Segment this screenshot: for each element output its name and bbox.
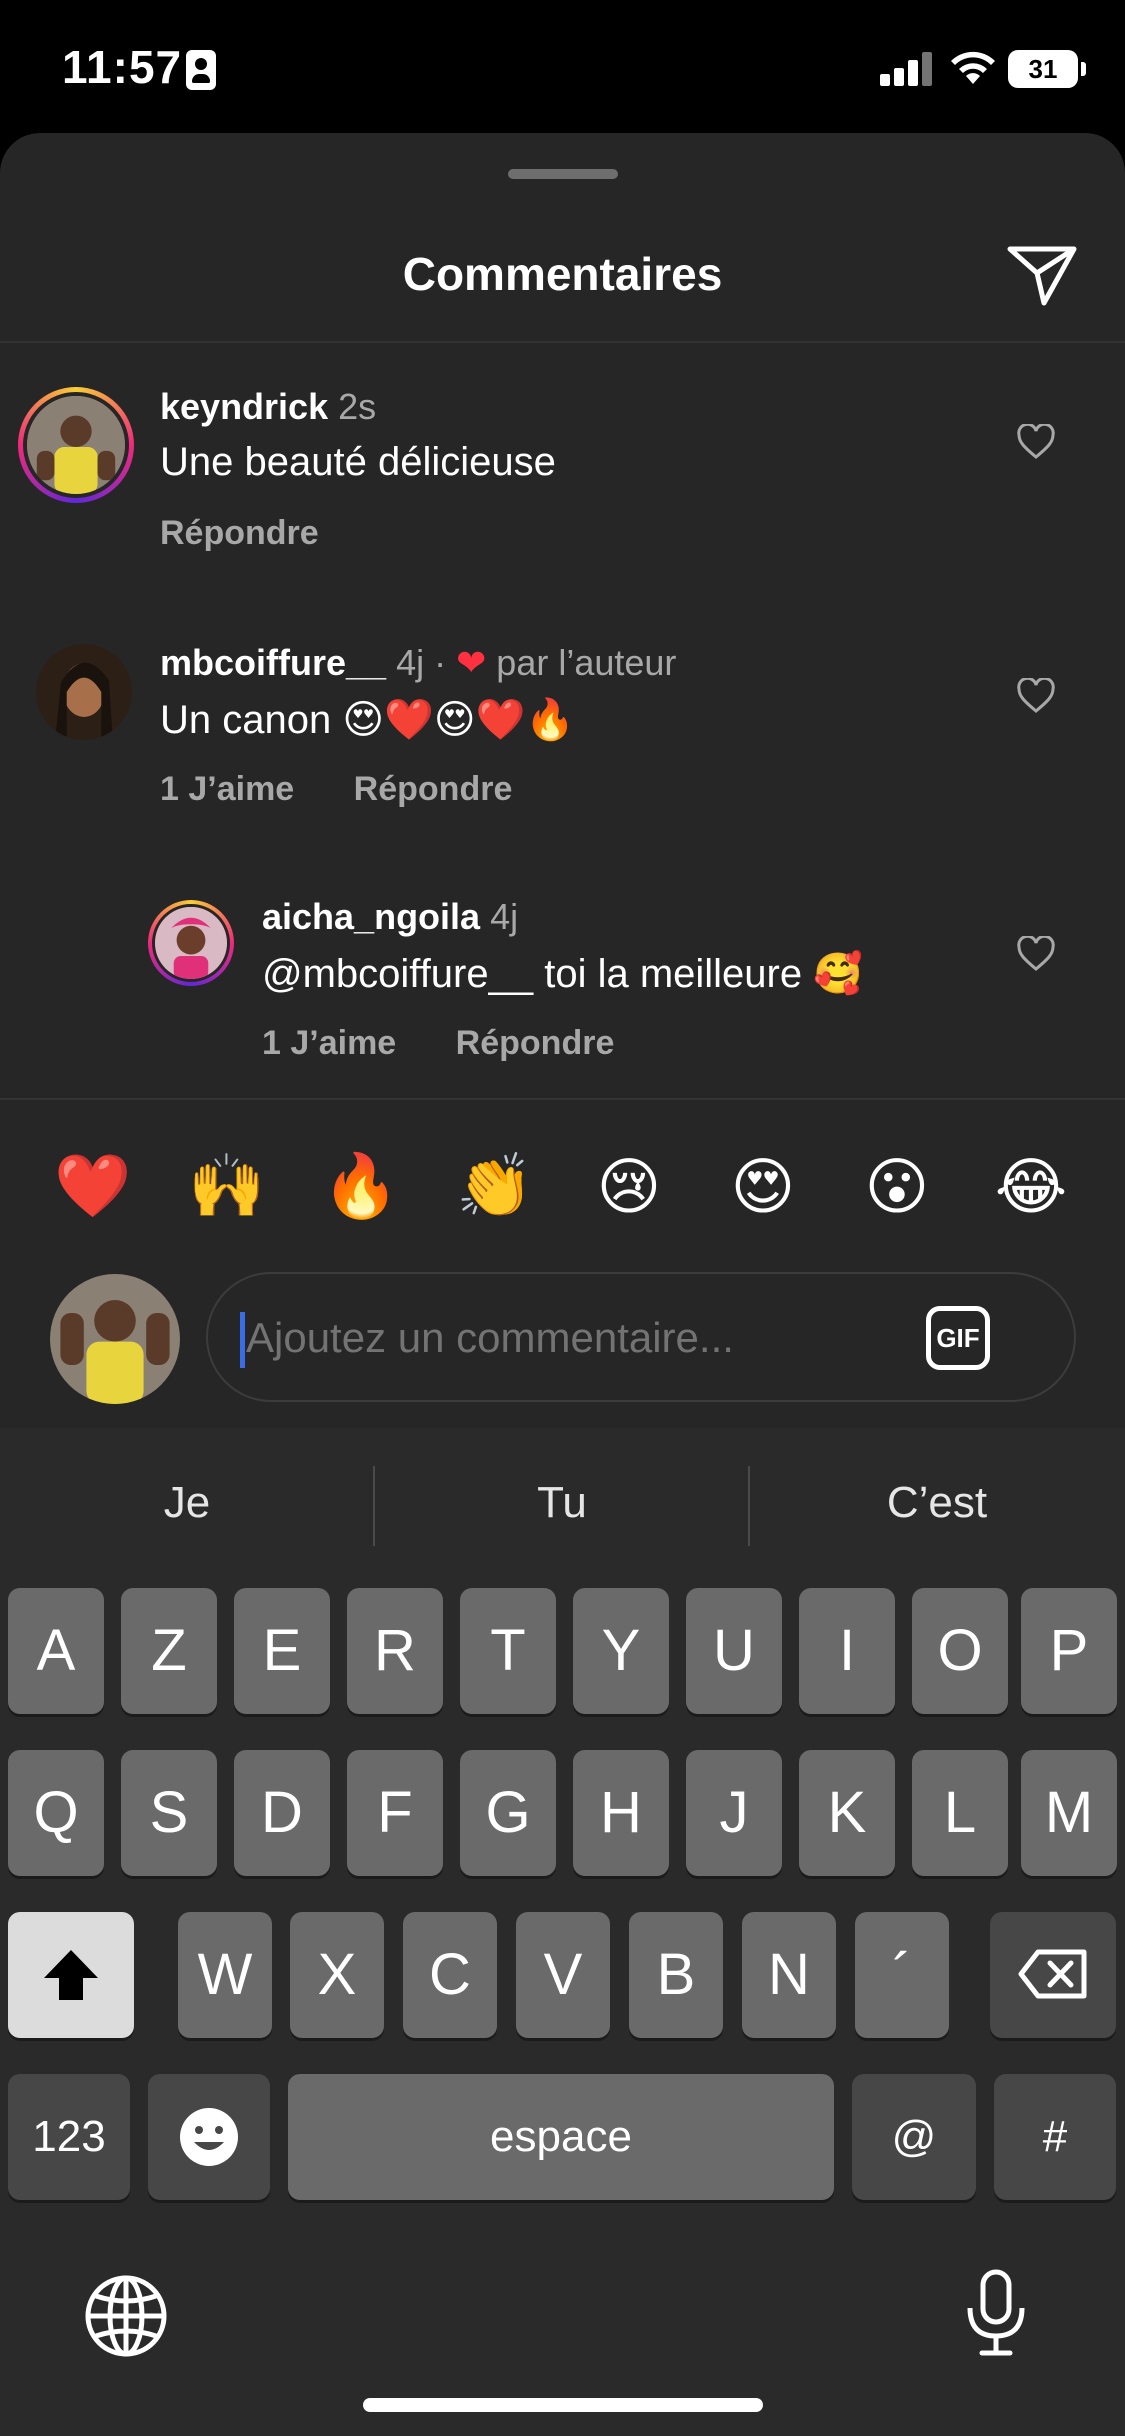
wifi-icon xyxy=(951,51,995,84)
emoji-heart[interactable]: ❤️ xyxy=(48,1150,138,1223)
key-c[interactable]: C xyxy=(403,1912,497,2038)
key-w[interactable]: W xyxy=(178,1912,272,2038)
comment-time: 4j · xyxy=(396,642,447,683)
comment-username[interactable]: aicha_ngoila xyxy=(262,896,480,937)
suggestion-1[interactable]: Je xyxy=(0,1478,374,1528)
backspace-icon xyxy=(1018,1949,1087,1999)
key-a[interactable]: A xyxy=(8,1588,104,1714)
battery-indicator: 31 xyxy=(1008,50,1086,88)
emoji-raised-hands[interactable]: 🙌 xyxy=(182,1150,272,1223)
key-r[interactable]: R xyxy=(347,1588,443,1714)
key-f[interactable]: F xyxy=(347,1750,443,1876)
header-divider xyxy=(0,341,1125,343)
key-d[interactable]: D xyxy=(234,1750,330,1876)
emoji-surprised[interactable]: 😮 xyxy=(852,1150,942,1223)
comment-username[interactable]: keyndrick xyxy=(160,386,328,427)
avatar[interactable] xyxy=(36,644,132,740)
liked-by-author-label: par l’auteur xyxy=(496,642,677,683)
comment-time: 4j xyxy=(490,896,519,937)
microphone-icon[interactable] xyxy=(964,2268,1028,2358)
key-x[interactable]: X xyxy=(290,1912,384,2038)
text-caret xyxy=(240,1312,245,1368)
cellular-signal-icon xyxy=(880,50,934,86)
key-k[interactable]: K xyxy=(799,1750,895,1876)
emoji-crying[interactable]: 😢 xyxy=(584,1150,674,1223)
contact-card-icon xyxy=(186,50,216,90)
backspace-key[interactable] xyxy=(990,1912,1116,2038)
status-bar: 11:57 31 xyxy=(0,0,1125,135)
emoji-clap[interactable]: 👏 xyxy=(450,1150,540,1223)
key-v[interactable]: V xyxy=(516,1912,610,2038)
comment-text: Un canon 😍❤️😍❤️🔥 xyxy=(160,698,576,742)
key-u[interactable]: U xyxy=(686,1588,782,1714)
key-y[interactable]: Y xyxy=(573,1588,669,1714)
comment-text: Une beauté délicieuse xyxy=(160,440,556,484)
key-q[interactable]: Q xyxy=(8,1750,104,1876)
suggestion-2[interactable]: Tu xyxy=(375,1478,749,1528)
reply-button[interactable]: Répondre xyxy=(354,770,513,808)
status-time: 11:57 xyxy=(62,41,183,93)
reply-button[interactable]: Répondre xyxy=(160,514,319,552)
author-liked-heart-icon: ❤ xyxy=(456,642,487,683)
sheet-title: Commentaires xyxy=(402,248,723,300)
key-m[interactable]: M xyxy=(1021,1750,1117,1876)
emoji-laughing[interactable]: 😂 xyxy=(986,1150,1076,1223)
comment-text: @mbcoiffure__ toi la meilleure 🥰 xyxy=(262,952,864,996)
comment-username[interactable]: mbcoiffure__ xyxy=(160,642,386,683)
gif-button[interactable]: GIF xyxy=(926,1306,990,1370)
shift-icon xyxy=(44,1950,98,2000)
emoji-heart-eyes[interactable]: 😍 xyxy=(718,1150,808,1223)
suggestion-3[interactable]: C’est xyxy=(750,1478,1124,1528)
heart-icon[interactable] xyxy=(1016,936,1056,972)
emoji-bar-divider xyxy=(0,1098,1125,1100)
emoji-key[interactable] xyxy=(148,2074,270,2200)
likes-count[interactable]: 1 J’aime xyxy=(160,770,294,808)
avatar[interactable] xyxy=(18,387,134,503)
home-indicator xyxy=(363,2398,763,2412)
key-h[interactable]: H xyxy=(573,1750,669,1876)
hash-key[interactable]: # xyxy=(994,2074,1116,2200)
heart-icon[interactable] xyxy=(1016,424,1056,460)
key-t[interactable]: T xyxy=(460,1588,556,1714)
key-o[interactable]: O xyxy=(912,1588,1008,1714)
reply-button[interactable]: Répondre xyxy=(456,1024,615,1062)
key-j[interactable]: J xyxy=(686,1750,782,1876)
shift-key[interactable] xyxy=(8,1912,134,2038)
emoji-key-icon xyxy=(180,2108,238,2166)
key-l[interactable]: L xyxy=(912,1750,1008,1876)
key-e[interactable]: E xyxy=(234,1588,330,1714)
key-n[interactable]: N xyxy=(742,1912,836,2038)
space-key[interactable]: espace xyxy=(288,2074,834,2200)
key-acute-accent[interactable]: ´ xyxy=(855,1912,949,2038)
avatar[interactable] xyxy=(148,900,234,986)
composer-avatar xyxy=(50,1274,180,1404)
key-s[interactable]: S xyxy=(121,1750,217,1876)
numbers-key[interactable]: 123 xyxy=(8,2074,130,2200)
globe-icon[interactable] xyxy=(84,2274,168,2358)
sheet-grabber[interactable] xyxy=(508,169,618,179)
key-z[interactable]: Z xyxy=(121,1588,217,1714)
key-g[interactable]: G xyxy=(460,1750,556,1876)
comment-input[interactable]: Ajoutez un commentaire... GIF xyxy=(206,1272,1076,1402)
comment-time: 2s xyxy=(338,386,377,427)
likes-count[interactable]: 1 J’aime xyxy=(262,1024,396,1062)
heart-icon[interactable] xyxy=(1016,678,1056,714)
key-b[interactable]: B xyxy=(629,1912,723,2038)
key-p[interactable]: P xyxy=(1021,1588,1117,1714)
emoji-fire[interactable]: 🔥 xyxy=(316,1150,406,1223)
comment-placeholder: Ajoutez un commentaire... xyxy=(246,1314,734,1361)
key-i[interactable]: I xyxy=(799,1588,895,1714)
send-icon[interactable] xyxy=(1006,243,1078,307)
at-key[interactable]: @ xyxy=(852,2074,976,2200)
